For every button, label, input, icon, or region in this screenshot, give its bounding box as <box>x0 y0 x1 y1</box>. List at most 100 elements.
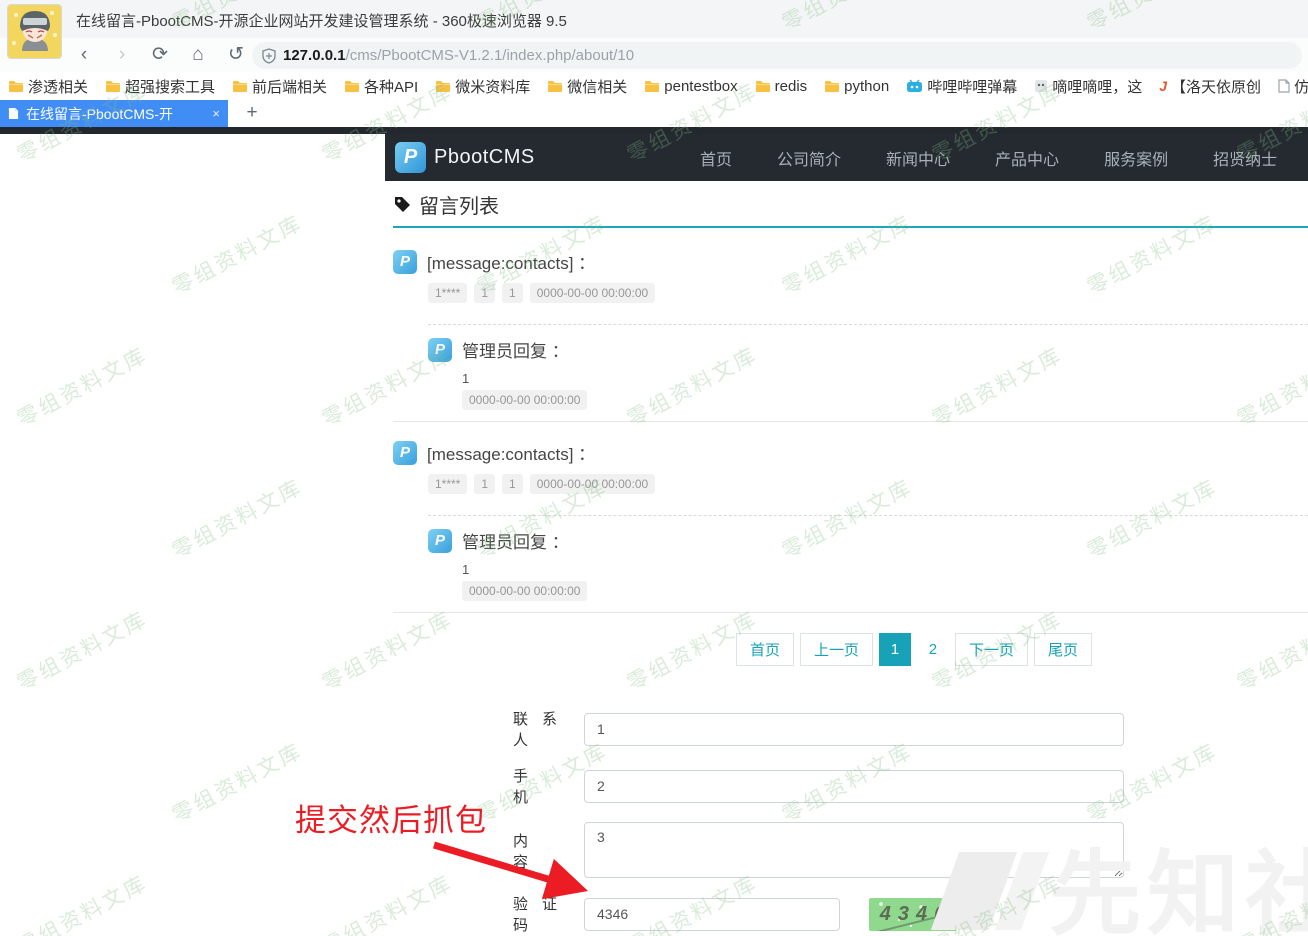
site-brand[interactable]: P PbootCMS <box>395 142 535 173</box>
reply-divider <box>428 324 1308 325</box>
page-first-button[interactable]: 首页 <box>736 633 794 666</box>
refresh-icon[interactable]: ⟳ <box>148 40 172 70</box>
page-icon <box>1278 79 1290 93</box>
page-last-button[interactable]: 尾页 <box>1034 633 1092 666</box>
shield-icon <box>262 48 276 64</box>
reply-time-badge: 0000-00-00 00:00:00 <box>462 390 587 410</box>
message-title: [message:contacts] ： <box>427 249 595 274</box>
captcha-image[interactable]: 4346 <box>869 898 957 931</box>
nav-item-home[interactable]: 首页 <box>700 146 732 170</box>
user-avatar[interactable] <box>8 5 61 58</box>
message-badge: 1 <box>474 283 495 303</box>
folder-icon <box>644 80 660 93</box>
bilibili-icon <box>906 79 923 93</box>
message-divider <box>393 421 1308 422</box>
pbootcms-logo-icon: P <box>393 250 417 274</box>
folder-icon <box>232 80 248 93</box>
bookmark-item[interactable]: 嘀哩嘀哩，这 <box>1034 76 1142 97</box>
back-icon[interactable]: ‹ <box>72 40 96 70</box>
tab-title: 在线留言-PbootCMS-开 <box>26 104 173 124</box>
pbootcms-logo-icon: P <box>393 441 417 465</box>
watermark-text: 零组资料文库 <box>0 471 3 565</box>
window-title: 在线留言-PbootCMS-开源企业网站开发建设管理系统 - 360极速浏览器 … <box>76 10 567 31</box>
page-1-button[interactable]: 1 <box>879 633 911 666</box>
address-bar[interactable]: 127.0.0.1/cms/PbootCMS-V1.2.1/index.php/… <box>252 42 1302 69</box>
tab-online-message[interactable]: 在线留言-PbootCMS-开 × <box>0 100 228 127</box>
bookmark-item[interactable]: 各种API <box>344 76 418 97</box>
page-prev-button[interactable]: 上一页 <box>800 633 873 666</box>
reply-title: 管理员回复 ： <box>462 337 569 362</box>
contact-label: 联系人 <box>513 708 557 750</box>
new-tab-icon[interactable]: + <box>238 100 266 127</box>
message-contact-badge: 1**** <box>428 474 467 494</box>
bookmark-item[interactable]: 微米资料库 <box>435 76 530 97</box>
pagination: 首页 上一页 1 2 下一页 尾页 <box>393 633 1308 666</box>
home-icon[interactable]: ⌂ <box>186 40 210 70</box>
bookmark-item[interactable]: python <box>824 78 889 95</box>
message-time-badge: 0000-00-00 00:00:00 <box>530 283 655 303</box>
forward-icon[interactable]: › <box>110 40 134 70</box>
bookmark-item[interactable]: 仿站工具箱 - <box>1278 76 1308 97</box>
reply-time-badge: 0000-00-00 00:00:00 <box>462 581 587 601</box>
bookmark-item[interactable]: pentestbox <box>644 78 737 95</box>
message-badge: 1 <box>502 474 523 494</box>
watermark-text: 零组资料文库 <box>11 603 152 697</box>
bookmark-item[interactable]: 微信相关 <box>547 76 627 97</box>
bookmark-item[interactable]: 渗透相关 <box>8 76 88 97</box>
bookmark-item[interactable]: 前后端相关 <box>232 76 327 97</box>
url-path: /cms/PbootCMS-V1.2.1/index.php/about/10 <box>346 47 635 64</box>
pbootcms-logo-icon: P <box>428 338 452 362</box>
folder-icon <box>435 80 451 93</box>
watermark-text: 零组资料文库 <box>0 207 3 301</box>
contact-input[interactable] <box>584 713 1124 746</box>
bookmark-item[interactable]: J 【洛天依原创 <box>1159 76 1261 97</box>
message-badge: 1 <box>502 283 523 303</box>
page-content: 留言列表 P [message:contacts] ： 1**** 1 1 00… <box>393 190 1308 936</box>
page-2-button[interactable]: 2 <box>917 633 949 666</box>
tag-icon <box>393 195 412 214</box>
site-header: P PbootCMS 首页 公司简介 新闻中心 产品中心 服务案例 招贤纳士 <box>385 134 1308 181</box>
nav-item-jobs[interactable]: 招贤纳士 <box>1213 146 1277 170</box>
pbootcms-logo-icon: P <box>428 529 452 553</box>
tab-strip: 在线留言-PbootCMS-开 × + <box>0 100 1308 127</box>
watermark-text: 零组资料文库 <box>0 735 3 829</box>
nav-item-news[interactable]: 新闻中心 <box>886 146 950 170</box>
annotation-arrow-icon <box>420 835 630 920</box>
message-contact-badge: 1**** <box>428 283 467 303</box>
phone-input[interactable] <box>584 770 1124 803</box>
bookmark-item[interactable]: 超强搜索工具 <box>105 76 215 97</box>
watermark-text: 零组资料文库 <box>166 207 307 301</box>
browser-titlebar: 在线留言-PbootCMS-开源企业网站开发建设管理系统 - 360极速浏览器 … <box>0 0 1308 38</box>
page-next-button[interactable]: 下一页 <box>955 633 1028 666</box>
letter-j-icon: J <box>1159 78 1167 94</box>
face-icon <box>1034 79 1048 93</box>
message-meta: 1**** 1 1 0000-00-00 00:00:00 <box>428 283 1308 303</box>
watermark-text: 零组资料文库 <box>11 339 152 433</box>
bookmark-item[interactable]: 哔哩哔哩弹幕 <box>906 76 1017 97</box>
section-divider <box>393 226 1308 228</box>
message-time-badge: 0000-00-00 00:00:00 <box>530 474 655 494</box>
site-nav: 首页 公司简介 新闻中心 产品中心 服务案例 招贤纳士 <box>700 134 1277 181</box>
nav-item-about[interactable]: 公司简介 <box>777 146 841 170</box>
phone-label: 手 机 <box>513 765 557 807</box>
reply-text: 1 <box>462 562 1308 577</box>
nav-item-cases[interactable]: 服务案例 <box>1104 146 1168 170</box>
folder-icon <box>824 80 840 93</box>
pbootcms-logo-icon: P <box>395 142 426 173</box>
reply-text: 1 <box>462 371 1308 386</box>
bookmark-item[interactable]: redis <box>755 78 808 95</box>
message-item: P [message:contacts] ： 1**** 1 1 0000-00… <box>393 440 1308 613</box>
screen: 先知社区 在线留言-PbootCMS-开源企业网站开发建设管理系统 - 360极… <box>0 0 1308 936</box>
message-divider <box>393 612 1308 613</box>
reply-title: 管理员回复 ： <box>462 528 569 553</box>
content-textarea[interactable]: 3 <box>584 822 1124 878</box>
browser-address-row: ‹ › ⟳ ⌂ ↺ 127.0.0.1/cms/PbootCMS-V1.2.1/… <box>0 38 1308 72</box>
nav-item-products[interactable]: 产品中心 <box>995 146 1059 170</box>
reply-divider <box>428 515 1308 516</box>
bookmarks-bar: 渗透相关 超强搜索工具 前后端相关 各种API 微米资料库 微信相关 pente… <box>0 72 1308 100</box>
tabstrip-divider <box>0 127 1308 134</box>
undo-icon[interactable]: ↺ <box>224 40 248 70</box>
message-item: P [message:contacts] ： 1**** 1 1 0000-00… <box>393 249 1308 422</box>
annotation-text: 提交然后抓包 <box>295 795 487 840</box>
close-icon[interactable]: × <box>212 106 220 121</box>
